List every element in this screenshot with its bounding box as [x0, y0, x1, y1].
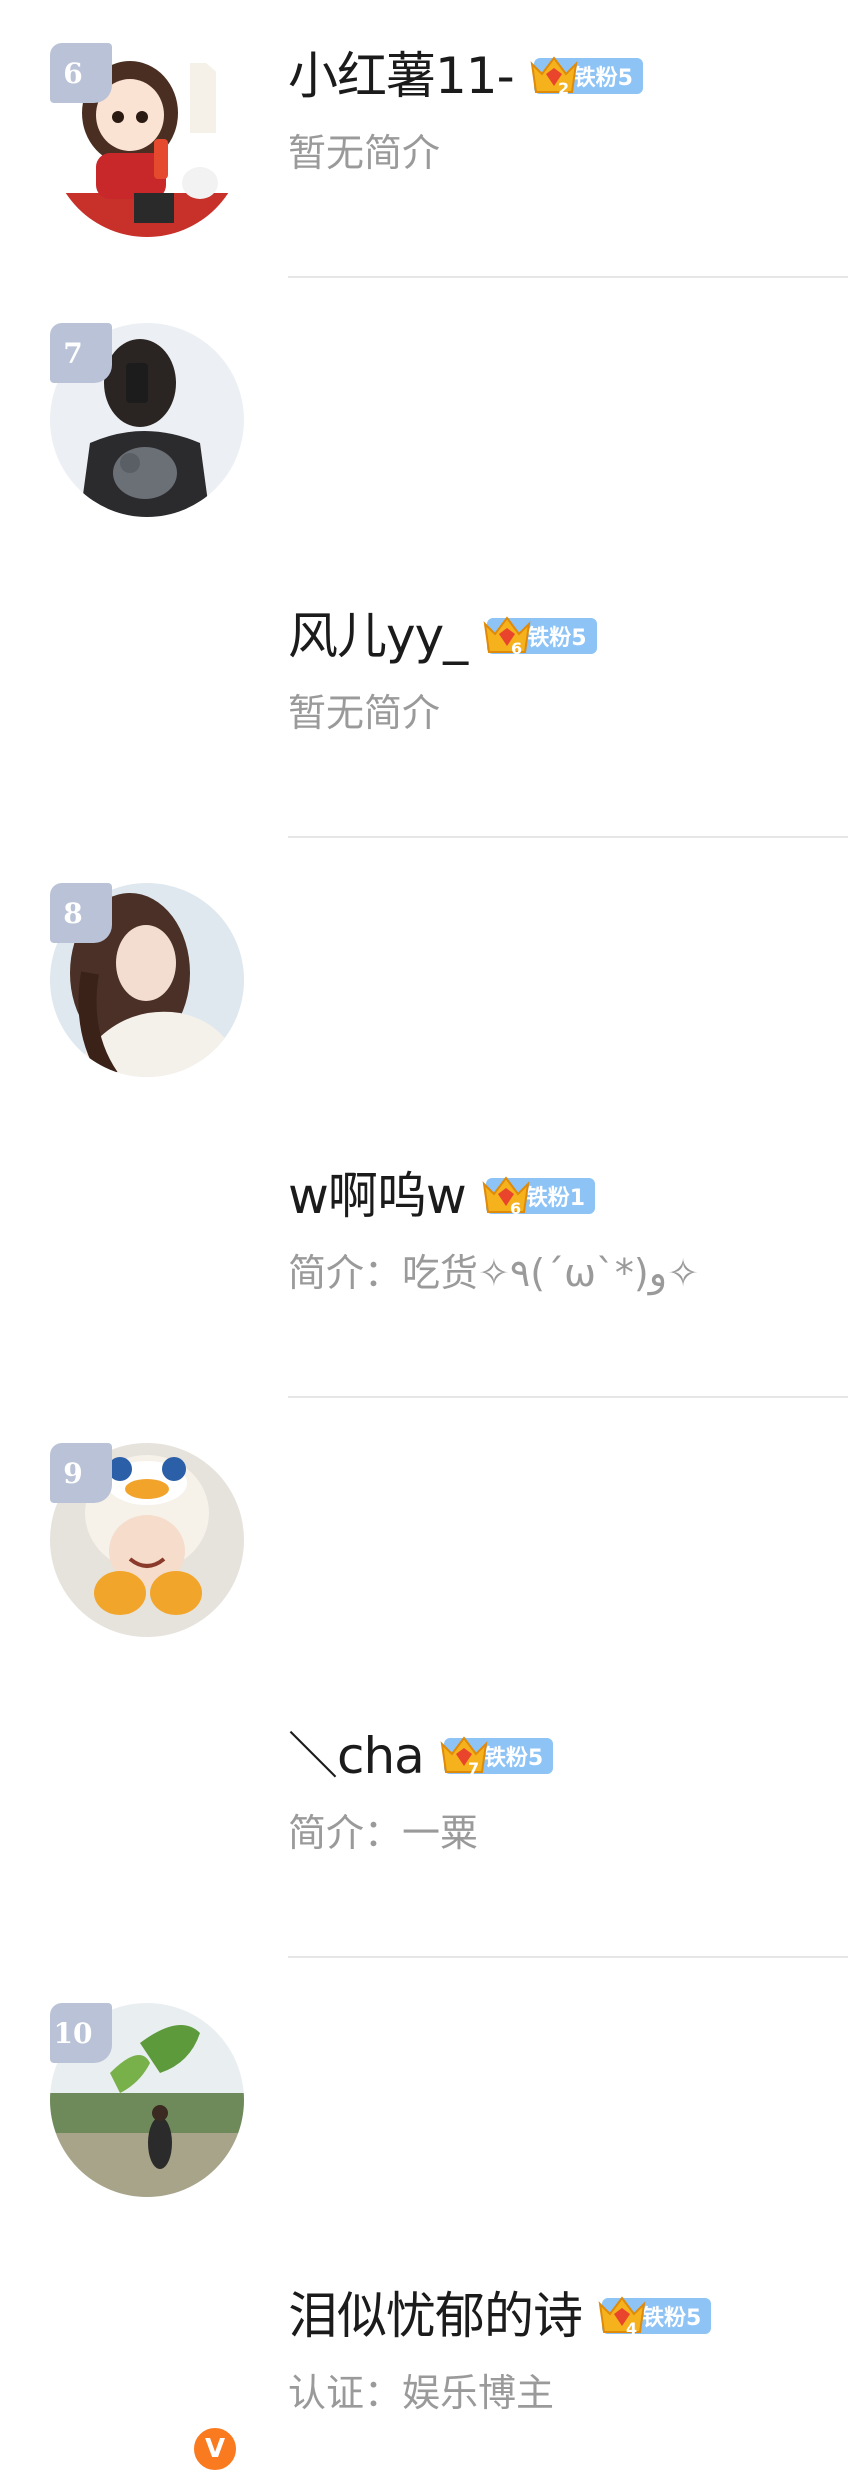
divider — [288, 1956, 848, 1958]
list-item[interactable]: 10 V 泪似忧郁的诗 4 铁粉5 认证：娱乐博主 — [0, 1120, 848, 2474]
user-intro: 暂无简介 — [288, 131, 441, 175]
fan-badge: 4 铁粉5 — [596, 2294, 712, 2338]
username[interactable]: 泪似忧郁的诗 — [288, 2286, 583, 2346]
list-item[interactable]: 8 w啊呜w 6 铁粉1 简介：吃货✧٩(ˊωˋ*)و✧ — [0, 560, 848, 1398]
fan-ranking-list: 6 小红薯11- 2 铁粉5 暂无简介 7 风儿yy_ 6 铁粉5 暂无简介 8… — [0, 0, 848, 2474]
svg-text:4: 4 — [626, 2319, 637, 2338]
fan-badge: 2 铁粉5 — [528, 54, 643, 98]
verified-icon: V — [190, 2424, 240, 2474]
username[interactable]: 小红薯11- — [288, 46, 515, 106]
svg-text:2: 2 — [558, 79, 569, 98]
rank-badge: 8 — [50, 883, 112, 943]
divider — [288, 276, 848, 278]
rank-badge: 7 — [50, 323, 112, 383]
crown-icon: 2 — [530, 56, 578, 98]
crown-icon: 7 — [440, 1736, 488, 1778]
list-item[interactable]: 7 风儿yy_ 6 铁粉5 暂无简介 — [0, 280, 848, 838]
username[interactable]: ＼cha — [288, 1726, 425, 1786]
rank-badge: 10 — [50, 2003, 112, 2063]
svg-text:7: 7 — [468, 1759, 479, 1778]
user-intro: 认证：娱乐博主 — [288, 2371, 555, 2415]
list-item[interactable]: 6 小红薯11- 2 铁粉5 暂无简介 — [0, 0, 848, 280]
fan-badge: 7 铁粉5 — [438, 1734, 554, 1778]
rank-badge: 6 — [50, 43, 112, 103]
crown-icon: 4 — [598, 2296, 646, 2338]
rank-badge: 9 — [50, 1443, 112, 1503]
user-intro: 简介：一粟 — [288, 1811, 479, 1855]
